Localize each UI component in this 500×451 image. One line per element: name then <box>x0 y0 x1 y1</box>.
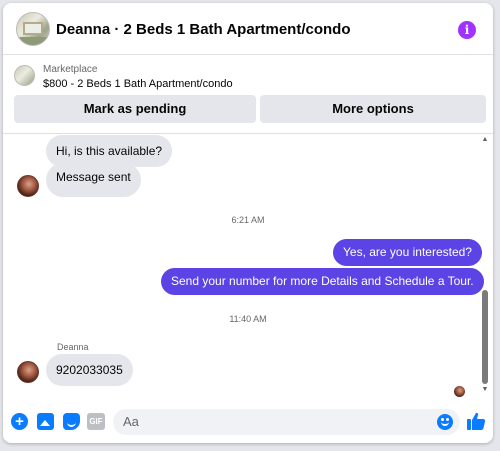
thread-scrollbar[interactable]: ▲ ▼ <box>481 136 489 396</box>
marketplace-label: Marketplace <box>43 64 98 75</box>
info-icon[interactable]: i <box>458 21 476 39</box>
sender-avatar[interactable] <box>17 361 39 383</box>
scroll-down-arrow[interactable]: ▼ <box>481 386 489 394</box>
scroll-up-arrow[interactable]: ▲ <box>481 136 489 144</box>
sticker-icon[interactable] <box>63 413 80 430</box>
more-options-button[interactable]: More options <box>260 95 486 123</box>
like-icon[interactable] <box>466 411 486 431</box>
listing-description[interactable]: $800 - 2 Beds 1 Bath Apartment/condo <box>43 78 233 90</box>
emoji-icon[interactable] <box>437 414 453 430</box>
message-composer: + GIF Aa <box>3 401 493 443</box>
message-outgoing[interactable]: Yes, are you interested? <box>333 239 482 266</box>
timestamp: 11:40 AM <box>229 314 267 324</box>
mark-as-pending-button[interactable]: Mark as pending <box>14 95 256 123</box>
listing-avatar[interactable] <box>16 12 50 46</box>
timestamp: 6:21 AM <box>231 215 265 225</box>
gif-icon[interactable]: GIF <box>87 413 105 430</box>
message-incoming[interactable]: Message sent <box>46 163 141 197</box>
chat-header: Deanna · 2 Beds 1 Bath Apartment/condo i <box>3 3 493 55</box>
marketplace-bar: Marketplace $800 - 2 Beds 1 Bath Apartme… <box>3 56 493 134</box>
message-input[interactable]: Aa <box>113 409 460 435</box>
sender-name: Deanna <box>57 342 89 352</box>
photo-icon[interactable] <box>37 413 54 430</box>
seen-indicator-avatar <box>454 386 465 397</box>
message-input-placeholder: Aa <box>123 414 139 429</box>
chat-title[interactable]: Deanna · 2 Beds 1 Bath Apartment/condo <box>56 21 351 38</box>
scroll-thumb[interactable] <box>482 290 488 384</box>
listing-thumbnail[interactable] <box>14 65 35 86</box>
chat-window: Deanna · 2 Beds 1 Bath Apartment/condo i… <box>3 3 493 443</box>
sender-avatar[interactable] <box>17 175 39 197</box>
message-incoming[interactable]: 9202033035 <box>46 354 133 386</box>
message-thread[interactable]: Hi, is this available? Message sent 6:21… <box>3 135 493 399</box>
message-outgoing[interactable]: Send your number for more Details and Sc… <box>161 268 484 295</box>
plus-icon[interactable]: + <box>11 413 28 430</box>
